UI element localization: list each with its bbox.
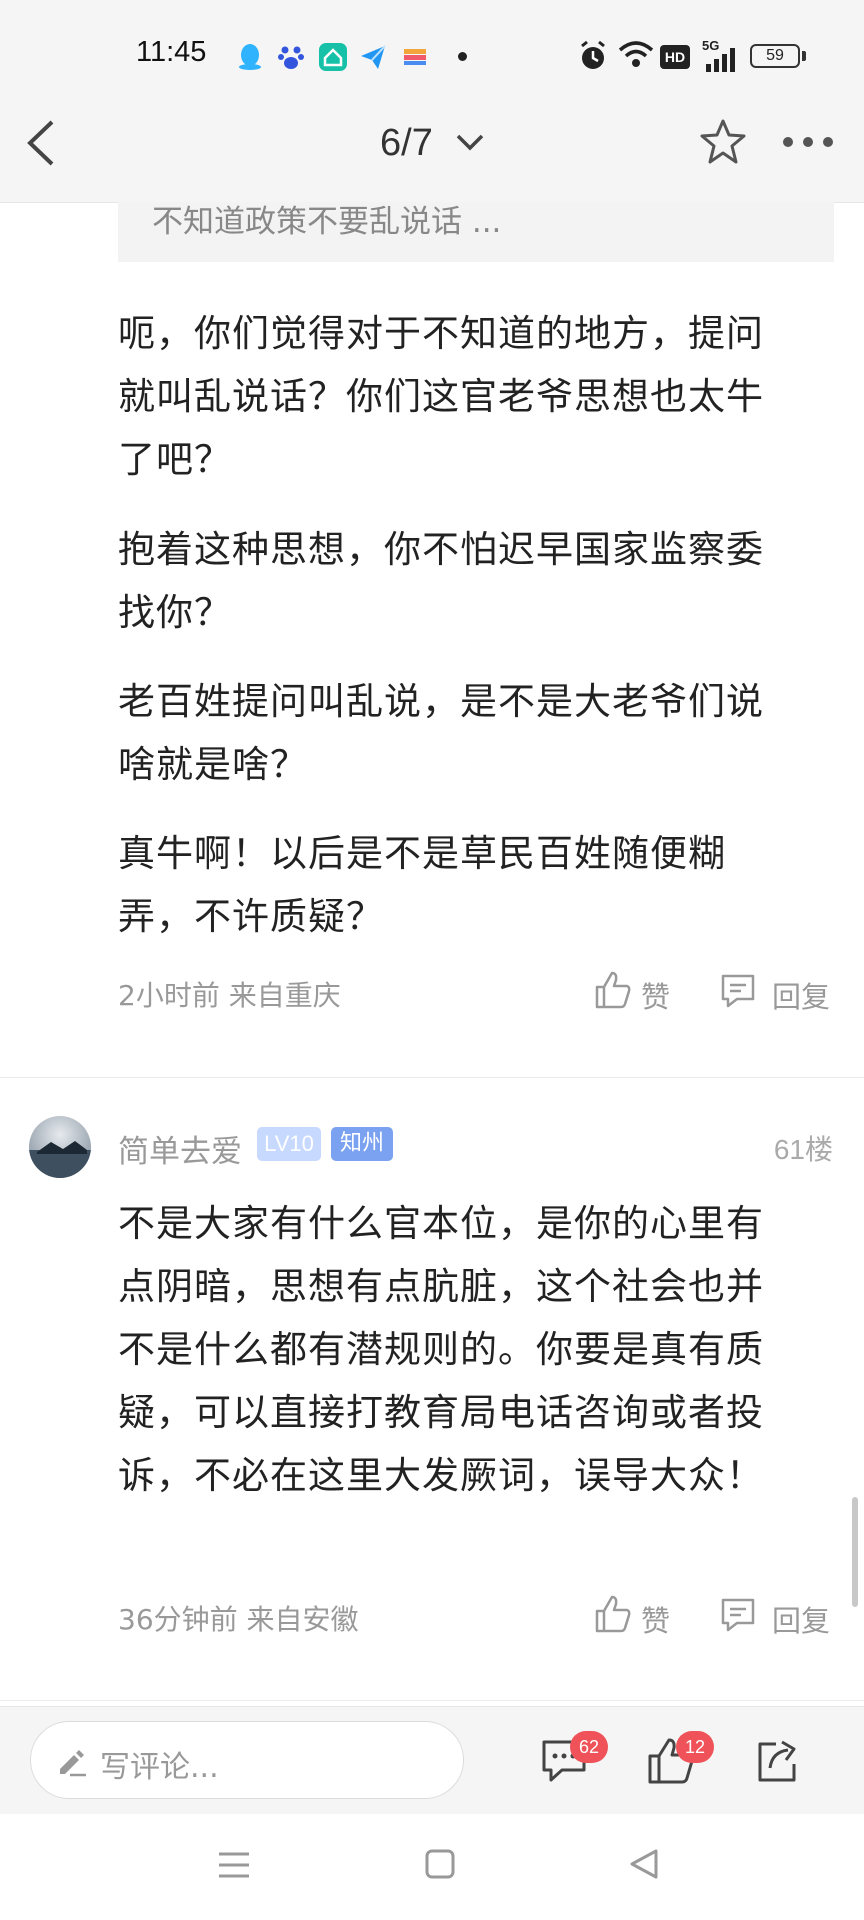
reply-paragraph: 呃，你们觉得对于不知道的地方，提问就叫乱说话？你们这官老爷思想也太牛了吧？ (118, 312, 764, 481)
reply-paragraph: 老百姓提问叫乱说，是不是大老爷们说啥就是啥？ (118, 680, 764, 786)
battery-tip (802, 51, 806, 61)
comment-icon[interactable] (719, 1596, 757, 1634)
back-icon[interactable] (24, 118, 60, 168)
5g-signal-icon (706, 48, 735, 72)
thumbs-up-icon[interactable] (594, 1594, 632, 1634)
comment-count-badge: 62 (570, 1731, 608, 1763)
username[interactable]: 简单去爱 (118, 1126, 242, 1171)
comment-input[interactable] (30, 1721, 464, 1799)
more-icon[interactable] (780, 134, 836, 150)
menu-icon[interactable] (217, 1850, 251, 1880)
pencil-icon (60, 1750, 86, 1777)
quoted-comment-text: 不知道政策不要乱说话 ... (152, 204, 502, 240)
reply-meta: 2小时前 来自重庆 (118, 979, 341, 1012)
hd-icon: HD (660, 45, 690, 69)
alarm-icon (581, 40, 605, 69)
avatar[interactable] (29, 1116, 91, 1178)
like-button[interactable]: 赞 (641, 1598, 670, 1640)
reply-paragraph: 抱着这种思想，你不怕迟早国家监察委找你？ (118, 528, 764, 634)
floor-number: 61楼 (773, 1134, 833, 1165)
reply-button[interactable]: 回复 (772, 1598, 830, 1640)
reply-button[interactable]: 回复 (772, 974, 830, 1016)
divider (0, 1077, 864, 1078)
like-button[interactable]: 赞 (641, 974, 670, 1016)
level-badge: LV10 (257, 1127, 321, 1161)
status-time: 11:45 (136, 36, 207, 68)
divider (0, 1700, 864, 1701)
comment-placeholder[interactable]: 写评论... (100, 1742, 219, 1786)
more-notifications-dot (458, 52, 467, 61)
star-icon[interactable] (698, 118, 748, 166)
status-bar (0, 0, 864, 86)
reply-content: 不是大家有什么官本位，是你的心里有点阴暗，思想有点肮脏，这个社会也并不是什么都有… (118, 1202, 764, 1497)
scrollbar[interactable] (852, 1497, 858, 1607)
reply-meta: 36分钟前 来自安徽 (118, 1603, 359, 1636)
back-nav-icon[interactable] (628, 1848, 660, 1880)
card-icon (404, 49, 426, 65)
home-icon[interactable] (424, 1848, 456, 1880)
title-badge: 知州 (331, 1127, 393, 1161)
baidu-icon (278, 46, 304, 69)
comment-icon[interactable] (719, 972, 757, 1010)
like-count-badge: 12 (676, 1731, 714, 1763)
share-icon[interactable] (754, 1736, 802, 1784)
page-indicator[interactable]: 6/7 (380, 122, 433, 165)
quoted-comment[interactable]: 不知道政策不要乱说话 ... (118, 202, 834, 262)
plane-icon (361, 45, 386, 69)
battery-icon: 59 (750, 44, 800, 68)
chevron-down-icon[interactable] (455, 132, 485, 152)
thumbs-up-icon[interactable] (594, 970, 632, 1010)
reply-paragraph: 真牛啊！以后是不是草民百姓随便糊弄，不许质疑？ (118, 832, 726, 938)
qq-icon (239, 44, 261, 70)
wifi-icon (618, 41, 654, 67)
home-app-icon (319, 43, 347, 71)
